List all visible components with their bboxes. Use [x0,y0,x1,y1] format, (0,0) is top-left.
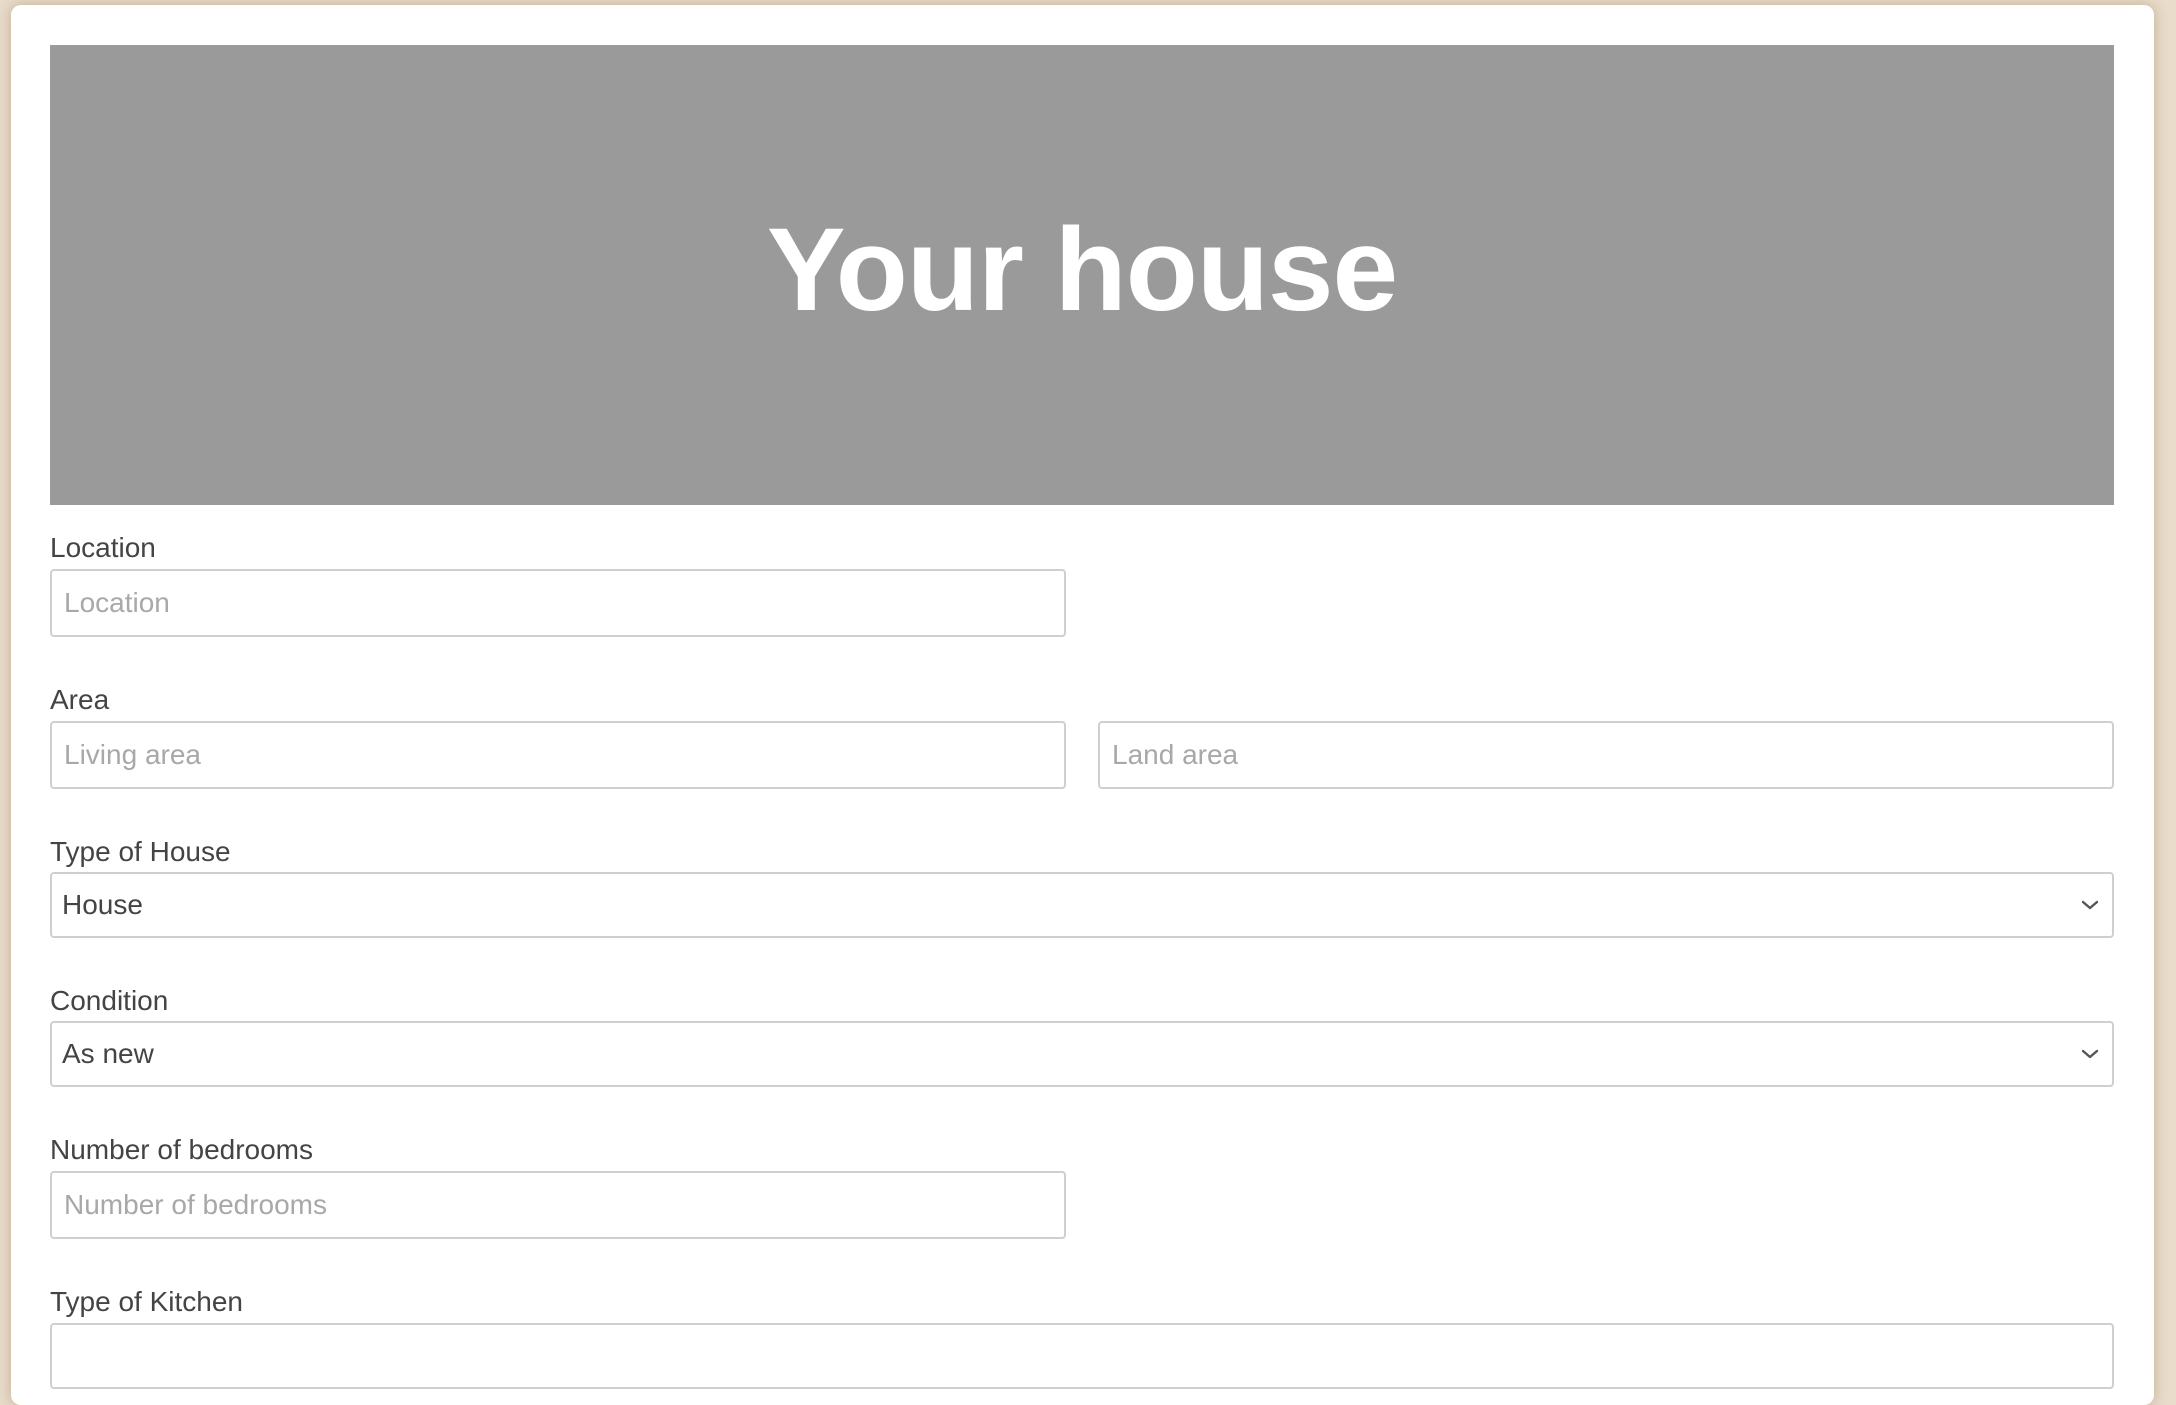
house-type-select[interactable]: House [50,872,2114,938]
house-type-value: House [62,889,143,920]
page-title: Your house [766,204,1398,336]
chevron-down-icon [2078,893,2102,917]
condition-label: Condition [50,985,169,1016]
kitchen-type-label: Type of Kitchen [50,1286,244,1317]
location-label: Location [50,532,156,563]
land-area-input[interactable] [1098,721,2114,789]
bedrooms-label: Number of bedrooms [50,1134,314,1165]
condition-value: As new [62,1038,154,1069]
house-type-label: Type of House [50,836,231,867]
kitchen-type-select[interactable] [50,1323,2114,1389]
location-input[interactable] [50,569,1066,637]
living-area-input[interactable] [50,721,1066,789]
chevron-down-icon [2078,1042,2102,1066]
hero-banner: Your house [50,45,2114,505]
form-card: Your house Location Area Type of House H… [11,5,2154,1405]
condition-select[interactable]: As new [50,1021,2114,1087]
bedrooms-input[interactable] [50,1171,1066,1239]
area-label: Area [50,684,110,715]
